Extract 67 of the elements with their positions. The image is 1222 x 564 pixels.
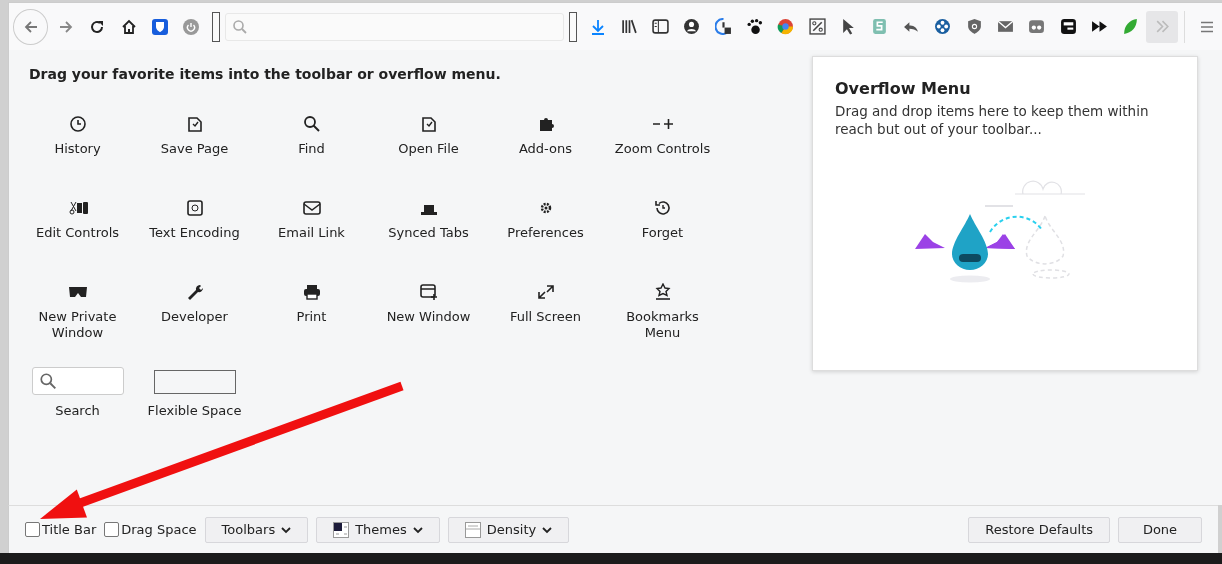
palette-item[interactable]: Text Encoding bbox=[136, 199, 253, 283]
palette-item[interactable]: Developer bbox=[136, 283, 253, 367]
palette-item[interactable]: Print bbox=[253, 283, 370, 367]
item-icon bbox=[301, 115, 322, 133]
caret-icon bbox=[412, 525, 423, 534]
palette-item[interactable]: Find bbox=[253, 115, 370, 199]
shield-icon bbox=[965, 18, 983, 35]
palette-item[interactable]: New Private Window bbox=[19, 283, 136, 367]
item-icon bbox=[301, 283, 322, 301]
footer-button[interactable]: Done bbox=[1118, 516, 1202, 543]
letter-s-icon bbox=[871, 18, 889, 35]
percent-icon bbox=[808, 18, 826, 35]
flexible-space bbox=[569, 11, 577, 42]
download-icon bbox=[589, 18, 606, 35]
dropdown-button[interactable]: Themes bbox=[316, 516, 440, 543]
theme-icon bbox=[333, 521, 350, 538]
palette-item[interactable]: Zoom Controls bbox=[604, 115, 721, 199]
palette-item[interactable]: Bookmarks Menu bbox=[604, 283, 721, 367]
checkbox[interactable]: Title Bar bbox=[25, 522, 97, 537]
item-icon bbox=[184, 199, 205, 217]
library-icon bbox=[620, 18, 638, 35]
mail-icon bbox=[996, 18, 1014, 35]
card-icon bbox=[1059, 18, 1077, 35]
item-icon bbox=[67, 199, 88, 217]
search-icon bbox=[38, 372, 57, 390]
item-icon bbox=[301, 199, 322, 217]
dropdown-button[interactable]: Toolbars bbox=[204, 516, 309, 543]
palette-item[interactable]: Save Page bbox=[136, 115, 253, 199]
dots-icon bbox=[934, 18, 952, 35]
item-icon bbox=[535, 283, 556, 301]
palette-item[interactable]: Preferences bbox=[487, 199, 604, 283]
back-button[interactable] bbox=[13, 8, 49, 45]
reload-icon bbox=[89, 18, 106, 35]
palette-item[interactable]: Email Link bbox=[253, 199, 370, 283]
checkbox[interactable]: Drag Space bbox=[104, 522, 197, 537]
url-field[interactable] bbox=[225, 12, 565, 41]
palette-item[interactable]: Synced Tabs bbox=[370, 199, 487, 283]
item-icon bbox=[67, 115, 88, 133]
footer-button[interactable]: Restore Defaults bbox=[968, 516, 1110, 543]
caret-icon bbox=[542, 525, 553, 534]
item-icon bbox=[652, 199, 673, 217]
palette-item[interactable]: Open File bbox=[370, 115, 487, 199]
palette-item[interactable]: Add-ons bbox=[487, 115, 604, 199]
palette-item[interactable]: Flexible Space bbox=[136, 367, 253, 451]
home-icon bbox=[120, 18, 137, 35]
colorful-circle-icon bbox=[777, 18, 795, 35]
caret-icon bbox=[281, 525, 292, 534]
palette-item[interactable]: Full Screen bbox=[487, 283, 604, 367]
palette-item[interactable]: Search bbox=[19, 367, 136, 451]
panel-description: Drag and drop items here to keep them within reach but out of your toolbar... bbox=[835, 102, 1150, 138]
palette-item[interactable]: Edit Controls bbox=[19, 199, 136, 283]
palette-item[interactable]: New Window bbox=[370, 283, 487, 367]
density-icon bbox=[464, 521, 481, 538]
paw-icon bbox=[746, 18, 763, 35]
dropdown-button[interactable]: Density bbox=[447, 516, 570, 543]
item-icon bbox=[418, 283, 439, 301]
gauge-lock-icon bbox=[714, 18, 732, 35]
search-icon bbox=[232, 18, 248, 35]
account-icon bbox=[683, 18, 701, 35]
instructions-heading: Drag your favorite items into the toolbar or overflow menu. bbox=[29, 66, 502, 82]
palette-item[interactable]: History bbox=[19, 115, 136, 199]
leaf-icon bbox=[1122, 18, 1140, 35]
palette-item[interactable]: Forget bbox=[604, 199, 721, 283]
ghost-icon bbox=[1028, 18, 1046, 35]
panel-title: Overflow Menu bbox=[835, 79, 972, 98]
flexible-space bbox=[212, 11, 220, 42]
sidebar-icon bbox=[651, 18, 669, 35]
